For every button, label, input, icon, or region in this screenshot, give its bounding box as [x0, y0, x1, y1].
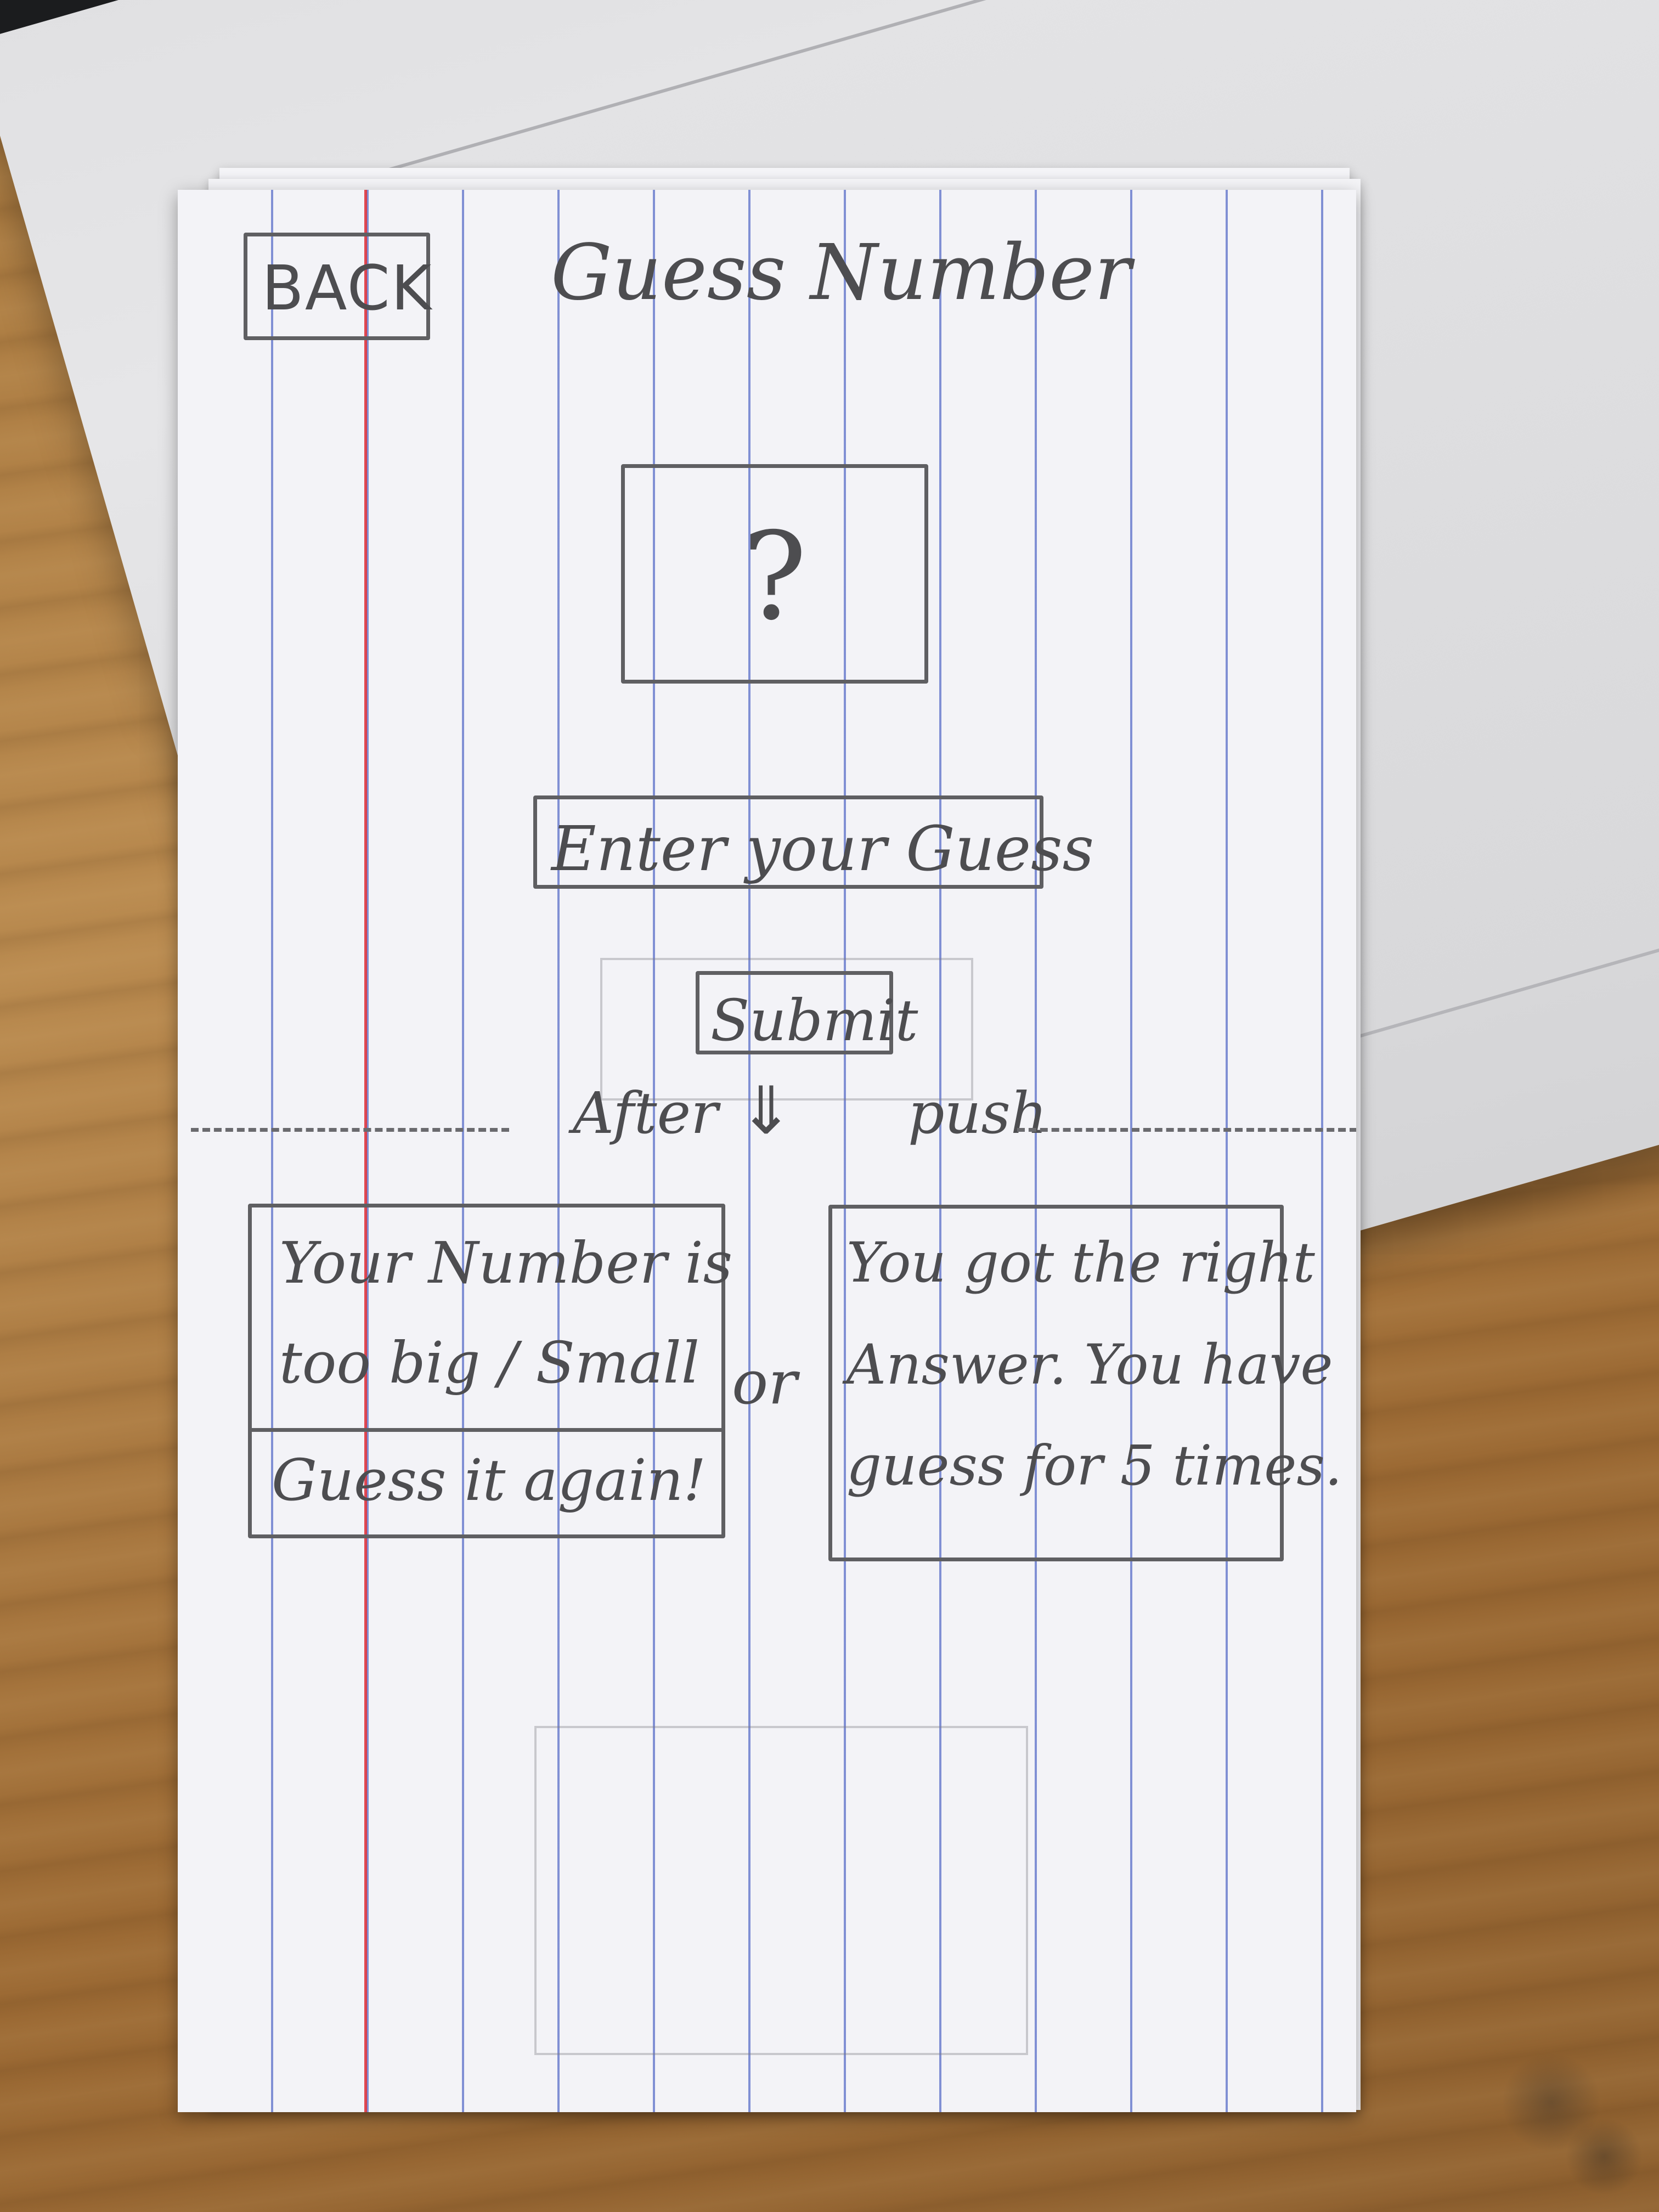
- desk-scuff-marks: [1481, 2030, 1657, 2211]
- guess-input[interactable]: Enter your Guess: [533, 795, 1094, 889]
- wrong-guess-line-3: Guess it again!: [272, 1447, 707, 1514]
- annotation-after: push: [907, 1080, 1047, 1147]
- correct-line-1: You got the right: [847, 1231, 1315, 1295]
- result-wrong-guess-panel: Your Number is too big / Small Guess it …: [248, 1204, 732, 1538]
- submit-button[interactable]: Submit: [696, 971, 918, 1054]
- dashed-divider: [191, 1128, 509, 1132]
- question-mark-icon: ?: [742, 506, 807, 647]
- dashed-divider: [1017, 1128, 1356, 1132]
- photo-scene: BACK Guess Number ? Enter your Guess Sub…: [0, 0, 1659, 2212]
- submit-button-label: Submit: [710, 987, 918, 1054]
- correct-line-2: Answer. You have: [847, 1333, 1333, 1397]
- or-separator: or: [732, 1347, 797, 1418]
- page-title: Guess Number: [551, 228, 1131, 318]
- erased-outline: [534, 1726, 1028, 2055]
- after-push-annotation: After push: [573, 1080, 1047, 1147]
- margin-line: [364, 190, 367, 2112]
- wrong-guess-line-1: Your Number is: [279, 1229, 733, 1296]
- panel-divider: [252, 1428, 721, 1432]
- paper-prototype-card: BACK Guess Number ? Enter your Guess Sub…: [178, 190, 1356, 2112]
- back-button[interactable]: BACK: [244, 233, 433, 340]
- mystery-number-display: ?: [621, 464, 928, 684]
- correct-line-3: guess for 5 times.: [847, 1434, 1342, 1498]
- wrong-guess-line-2: too big / Small: [279, 1329, 700, 1396]
- laptop-key: [0, 0, 153, 48]
- back-button-label: BACK: [262, 253, 433, 324]
- down-arrow-icon: ⇓: [738, 1073, 794, 1149]
- result-correct-panel: You got the right Answer. You have guess…: [828, 1205, 1342, 1561]
- guess-input-placeholder: Enter your Guess: [551, 814, 1094, 885]
- annotation-before: After: [573, 1080, 718, 1147]
